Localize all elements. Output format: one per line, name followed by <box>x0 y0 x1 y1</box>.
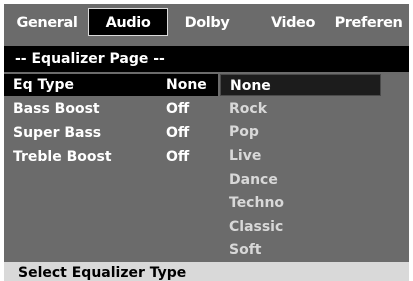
setting-label: Bass Boost <box>13 101 100 117</box>
option-dance[interactable]: Dance <box>220 169 380 191</box>
setting-label: Eq Type <box>13 77 74 93</box>
osd-screen: General Audio Dolby Video Preferen -- Eq… <box>4 4 409 281</box>
setting-value: Off <box>166 125 190 141</box>
setting-label: Treble Boost <box>13 149 112 165</box>
setting-super-bass[interactable]: Super Bass Off <box>4 122 218 144</box>
page-title: -- Equalizer Page -- <box>15 51 165 67</box>
tab-preferences[interactable]: Preferen <box>328 8 409 36</box>
setting-value: Off <box>166 101 190 117</box>
option-classic[interactable]: Classic <box>220 216 380 238</box>
menu-tabs: General Audio Dolby Video Preferen <box>4 4 409 40</box>
tab-general[interactable]: General <box>8 8 86 36</box>
option-techno[interactable]: Techno <box>220 192 380 214</box>
tab-dolby[interactable]: Dolby <box>170 8 244 36</box>
page-title-bar: -- Equalizer Page -- <box>4 46 409 72</box>
setting-treble-boost[interactable]: Treble Boost Off <box>4 146 218 168</box>
setting-label: Super Bass <box>13 125 102 141</box>
tab-video[interactable]: Video <box>260 8 326 36</box>
setting-eq-type[interactable]: Eq Type None <box>4 74 218 96</box>
setting-bass-boost[interactable]: Bass Boost Off <box>4 98 218 120</box>
option-none[interactable]: None <box>220 74 381 96</box>
option-rock[interactable]: Rock <box>220 98 380 120</box>
setting-value: None <box>166 77 207 93</box>
option-pop[interactable]: Pop <box>220 121 380 143</box>
status-text: Select Equalizer Type <box>18 265 187 281</box>
setting-value: Off <box>166 149 190 165</box>
tab-audio[interactable]: Audio <box>88 8 168 36</box>
status-bar: Select Equalizer Type <box>4 262 409 281</box>
option-soft[interactable]: Soft <box>220 239 380 261</box>
option-live[interactable]: Live <box>220 145 380 167</box>
